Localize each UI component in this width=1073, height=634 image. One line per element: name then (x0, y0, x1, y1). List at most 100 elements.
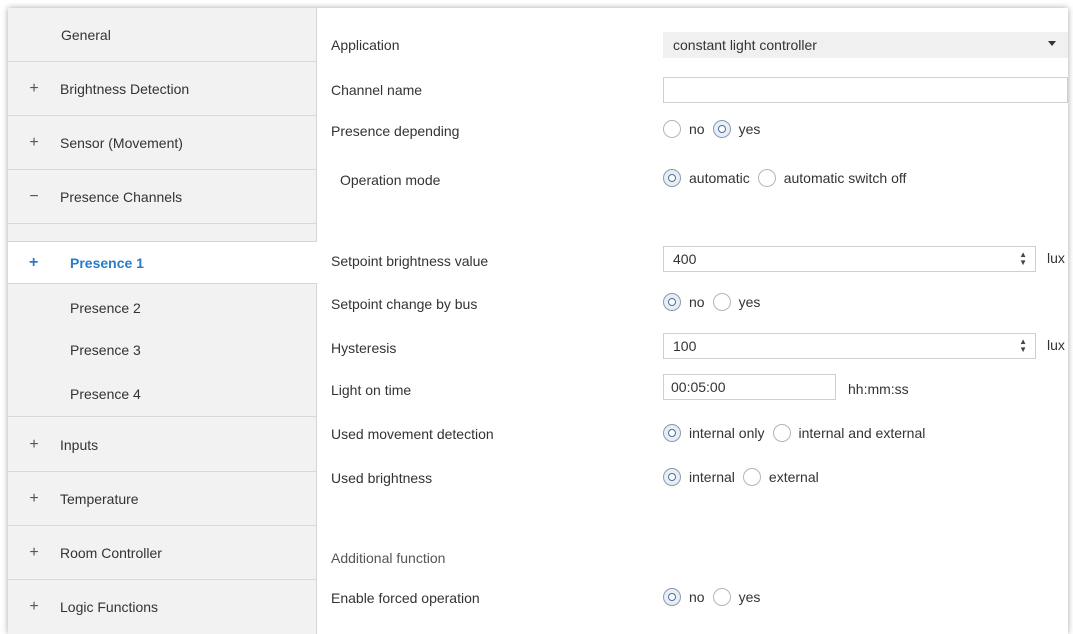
brightness-row: Used brightness (331, 468, 432, 488)
sidebar-subitem-presence-2[interactable]: Presence 2 (8, 286, 316, 329)
additional-function-heading: Additional function (331, 550, 446, 566)
forced-operation-yes-radio[interactable]: yes (712, 588, 761, 606)
presence-depending-row: Presence depending (331, 121, 459, 141)
channel-name-row: Channel name (331, 80, 422, 100)
setpoint-unit: lux (1047, 250, 1065, 266)
sidebar-subitem-label: Presence 2 (70, 299, 141, 316)
sidebar-item-presence-channels[interactable]: − Presence Channels (8, 170, 316, 224)
hysteresis-spinbox[interactable]: 100 ▲ ▼ (663, 333, 1036, 359)
sidebar-item-room-controller[interactable]: + Room Controller (8, 526, 316, 580)
sidebar-item-sensor-movement[interactable]: + Sensor (Movement) (8, 116, 316, 170)
radio-selected-icon (663, 293, 681, 311)
movement-internal-external-radio[interactable]: internal and external (772, 424, 926, 442)
setpoint-label: Setpoint brightness value (331, 253, 489, 269)
operation-mode-automatic-radio[interactable]: automatic (663, 169, 750, 187)
forced-operation-no-radio[interactable]: no (663, 588, 705, 606)
sidebar-subitem-label: Presence 4 (70, 385, 141, 402)
radio-label: internal and external (798, 425, 926, 441)
operation-mode-switch-off-radio[interactable]: automatic switch off (757, 169, 907, 187)
light-on-time-row: Light on time (331, 380, 411, 400)
radio-label: no (689, 121, 705, 137)
presence-depending-label: Presence depending (331, 123, 460, 139)
hysteresis-row: Hysteresis (331, 338, 396, 358)
setpoint-bus-row: Setpoint change by bus (331, 294, 477, 314)
brightness-internal-radio[interactable]: internal (663, 468, 735, 486)
radio-selected-icon (663, 468, 681, 486)
radio-circle-icon (757, 169, 776, 187)
radio-circle-icon (712, 588, 731, 606)
sidebar-item-label: General (61, 26, 111, 43)
radio-label: automatic (689, 170, 750, 186)
sidebar-subitem-presence-1[interactable]: + Presence 1 (8, 241, 317, 284)
hysteresis-label: Hysteresis (331, 340, 397, 356)
radio-label: yes (738, 121, 761, 137)
presence-depending-no-radio[interactable]: no (663, 120, 705, 138)
radio-label: yes (738, 294, 761, 310)
application-select[interactable]: constant light controller (663, 32, 1068, 58)
hysteresis-value: 100 (673, 338, 697, 354)
setpoint-bus-no-radio[interactable]: no (663, 293, 705, 311)
light-on-time-input[interactable]: 00:05:00 (663, 374, 836, 400)
operation-mode-row: Operation mode (340, 170, 440, 190)
expand-icon: + (29, 79, 39, 97)
sidebar-item-logic-functions[interactable]: + Logic Functions (8, 580, 316, 634)
sidebar-item-label: Inputs (60, 436, 99, 453)
setpoint-bus-label: Setpoint change by bus (331, 296, 478, 312)
operation-mode-label: Operation mode (340, 172, 441, 188)
presence-depending-yes-radio[interactable]: yes (712, 120, 761, 138)
radio-label: no (689, 589, 705, 605)
sidebar-item-general[interactable]: General (8, 8, 316, 62)
expand-icon: + (29, 543, 39, 561)
sidebar-subitem-presence-4[interactable]: Presence 4 (8, 371, 316, 417)
expand-icon: + (29, 489, 39, 507)
spin-arrows-icon[interactable]: ▲ ▼ (1019, 251, 1027, 267)
radio-label: automatic switch off (783, 170, 907, 186)
application-row: Application (331, 35, 400, 55)
sidebar-subitem-presence-3[interactable]: Presence 3 (8, 328, 316, 371)
sidebar-item-label: Sensor (Movement) (60, 134, 183, 151)
sidebar-item-label: Temperature (60, 490, 139, 507)
setpoint-row: Setpoint brightness value (331, 251, 488, 271)
channel-name-label: Channel name (331, 82, 423, 98)
movement-internal-only-radio[interactable]: internal only (663, 424, 765, 442)
forced-operation-radio-group: no yes (663, 588, 768, 606)
channel-name-input[interactable] (663, 77, 1068, 103)
expand-icon: + (29, 253, 39, 271)
brightness-external-radio[interactable]: external (742, 468, 819, 486)
sidebar-item-label: Logic Functions (60, 599, 159, 615)
sidebar-item-brightness-detection[interactable]: + Brightness Detection (8, 62, 316, 116)
radio-label: external (768, 469, 819, 485)
movement-label: Used movement detection (331, 426, 494, 442)
forced-operation-label: Enable forced operation (331, 590, 480, 606)
sidebar-item-temperature[interactable]: + Temperature (8, 472, 316, 526)
sidebar: General + Brightness Detection + Sensor … (8, 8, 317, 634)
hysteresis-unit: lux (1047, 337, 1065, 353)
setpoint-spinbox[interactable]: 400 ▲ ▼ (663, 246, 1036, 272)
movement-radio-group: internal only internal and external (663, 424, 933, 442)
brightness-radio-group: internal external (663, 468, 827, 486)
radio-selected-icon (663, 424, 681, 442)
radio-circle-icon (663, 120, 681, 138)
radio-label: internal only (689, 425, 765, 441)
setpoint-value: 400 (673, 251, 697, 267)
forced-operation-row: Enable forced operation (331, 588, 480, 608)
light-on-time-unit: hh:mm:ss (848, 381, 909, 397)
presence-depending-radio-group: no yes (663, 120, 768, 138)
radio-circle-icon (772, 424, 791, 442)
radio-label: yes (738, 589, 761, 605)
radio-selected-icon (712, 120, 731, 138)
radio-selected-icon (663, 169, 681, 187)
radio-label: no (689, 294, 705, 310)
sidebar-item-inputs[interactable]: + Inputs (8, 418, 316, 472)
radio-circle-icon (742, 468, 761, 486)
expand-icon: + (29, 435, 39, 453)
spin-arrows-icon[interactable]: ▲ ▼ (1019, 338, 1027, 354)
brightness-label: Used brightness (331, 470, 433, 486)
application-value: constant light controller (673, 37, 817, 53)
movement-row: Used movement detection (331, 424, 494, 444)
sidebar-subitem-label: Presence 3 (70, 341, 141, 358)
expand-icon: + (29, 133, 39, 151)
setpoint-bus-yes-radio[interactable]: yes (712, 293, 761, 311)
expand-icon: + (29, 598, 39, 615)
setpoint-bus-radio-group: no yes (663, 293, 768, 311)
